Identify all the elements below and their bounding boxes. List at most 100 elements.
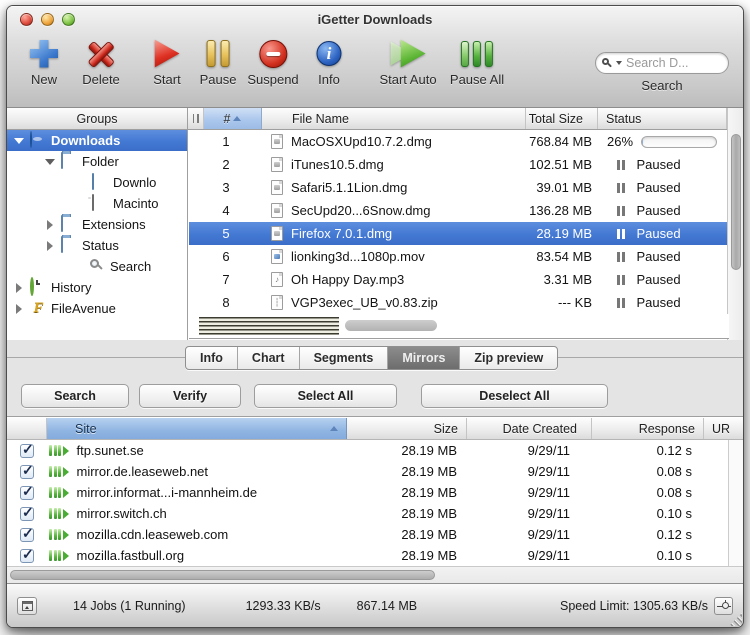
sidebar-item-extensions[interactable]: Extensions [7,214,187,235]
checkbox-cell [7,441,47,458]
download-row[interactable]: 6 lionking3d...1080p.mov 83.54 MB Paused [189,245,729,268]
download-row[interactable]: 2 iTunes10.5.dmg 102.51 MB Paused [189,153,729,176]
traffic-lights [20,13,75,26]
scrollbar-thumb[interactable] [10,570,435,580]
mirror-row[interactable]: mozilla.cdn.leaseweb.com 28.19 MB 9/29/1… [7,524,729,545]
checked-checkbox[interactable] [20,462,34,479]
total-size-column-header[interactable]: Total Size [526,108,598,129]
tab-zip-preview[interactable]: Zip preview [460,347,557,369]
sidebar-item-downloads[interactable]: Downloads [7,130,187,151]
checkbox-cell [7,462,47,479]
select-all-button[interactable]: Select All [254,384,397,408]
delete-label: Delete [82,72,120,87]
groups-column-header[interactable]: Groups [7,108,188,129]
site-column-header[interactable]: Site [47,418,347,439]
mirror-row[interactable]: mirror.switch.ch 28.19 MB 9/29/11 0.10 s [7,503,729,524]
delete-button[interactable]: Delete [82,38,120,87]
panel-toggle-button[interactable] [17,596,37,615]
tab-strip: Info Chart Segments Mirrors Zip preview [7,340,743,375]
search-scope-caret-icon[interactable] [616,61,622,65]
close-button[interactable] [20,13,33,26]
disclosure-right-icon[interactable] [14,282,24,293]
size-column-header[interactable]: Size [347,418,467,439]
download-row[interactable]: 8 ┆ VGP3exec_UB_v0.83.zip --- KB Paused [189,291,729,314]
download-row[interactable]: 4 SecUpd20...6Snow.dmg 136.28 MB Paused [189,199,729,222]
tab-info[interactable]: Info [186,347,238,369]
tab-chart[interactable]: Chart [238,347,300,369]
search-area: Search [593,52,731,93]
total-downloaded: 867.14 MB [356,598,418,613]
deselect-all-button[interactable]: Deselect All [421,384,608,408]
file-name: Safari5.1.1Lion.dmg [291,180,408,195]
download-row-selected[interactable]: 5 Firefox 7.0.1.dmg 28.19 MB Paused [189,222,729,245]
search-input[interactable] [626,56,716,70]
search-mirrors-button[interactable]: Search [21,384,129,408]
downloads-horizontal-scrollbar-thumb[interactable] [345,320,437,331]
sidebar-item-history[interactable]: History [7,277,187,298]
progress-fill [642,136,644,147]
row-number: 2 [222,157,230,172]
info-button[interactable]: i Info [316,38,342,87]
disclosure-down-icon[interactable] [14,136,24,146]
speed-slider-button[interactable] [714,596,733,615]
sidebar-item-search[interactable]: Search [7,256,187,277]
downloads-bottom-strip [189,314,729,339]
disclosure-right-icon[interactable] [45,219,55,230]
checkbox-column-header[interactable] [7,418,47,439]
checked-checkbox[interactable] [20,546,34,563]
start-button[interactable]: Start [153,38,181,87]
new-button[interactable]: New [30,38,58,87]
suspend-button[interactable]: Suspend [247,38,299,87]
mirror-row[interactable]: mirror.informat...i-mannheim.de 28.19 MB… [7,482,729,503]
download-row[interactable]: 7 ♪ Oh Happy Day.mp3 3.31 MB Paused [189,268,729,291]
downloads-vertical-scrollbar[interactable] [727,108,743,340]
sidebar-item-macintosh[interactable]: Macinto [7,193,187,214]
pause-all-label: Pause All [449,72,505,87]
sidebar-item-status[interactable]: Status [7,235,187,256]
mirrors-horizontal-scrollbar[interactable] [7,566,743,583]
mirror-row[interactable]: mozilla.fastbull.org 28.19 MB 9/29/11 0.… [7,545,729,566]
minimize-button[interactable] [41,13,54,26]
minus-circle-icon [258,38,287,69]
dmg-file-icon [271,134,283,149]
sidebar-item-fileavenue[interactable]: F FileAvenue [7,298,187,319]
start-auto-button[interactable]: Start Auto [379,38,437,87]
sidebar-item-download-folder[interactable]: Downlo [7,172,187,193]
scrollbar-thumb[interactable] [730,134,741,270]
checked-checkbox[interactable] [20,483,34,500]
url-column-header[interactable]: UR [704,418,743,439]
file-size: 83.54 MB [536,249,592,264]
paused-icon [617,205,625,216]
titlebar[interactable]: iGetter Downloads [7,6,743,32]
tab-mirrors[interactable]: Mirrors [388,347,461,369]
zoom-button[interactable] [62,13,75,26]
download-row[interactable]: 3 Safari5.1.1Lion.dmg 39.01 MB Paused [189,176,729,199]
checked-checkbox[interactable] [20,441,34,458]
sidebar-item-label: Folder [82,154,119,169]
pause-all-button[interactable]: Pause All [450,38,504,87]
pause-button[interactable]: Pause [200,38,236,87]
mirror-server-icon [49,445,69,456]
sidebar-item-folder[interactable]: Folder [7,151,187,172]
checked-checkbox[interactable] [20,525,34,542]
mirror-row[interactable]: mirror.de.leaseweb.net 28.19 MB 9/29/11 … [7,461,729,482]
mirror-date: 9/29/11 [527,485,570,500]
response-column-header[interactable]: Response [592,418,704,439]
mirrors-vertical-scrollbar[interactable] [728,440,743,566]
disclosure-right-icon[interactable] [45,240,55,251]
search-field[interactable] [595,52,729,74]
download-row[interactable]: 1 MacOSXUpd10.7.2.dmg 768.84 MB 26% [189,130,729,153]
tab-segments[interactable]: Segments [300,347,389,369]
status-cell: 26% [599,134,729,149]
dmg-file-icon [271,157,283,172]
verify-button[interactable]: Verify [139,384,241,408]
disclosure-right-icon[interactable] [14,303,24,314]
disclosure-down-icon[interactable] [45,157,55,167]
num-column-header[interactable]: # [204,108,262,129]
mirror-row[interactable]: ftp.sunet.se 28.19 MB 9/29/11 0.12 s [7,440,729,461]
file-name-column-header[interactable]: File Name [262,108,526,129]
pane-splitter-handle[interactable] [188,108,204,129]
checked-checkbox[interactable] [20,504,34,521]
status-column-header[interactable]: Status [598,108,727,129]
date-created-column-header[interactable]: Date Created [467,418,592,439]
